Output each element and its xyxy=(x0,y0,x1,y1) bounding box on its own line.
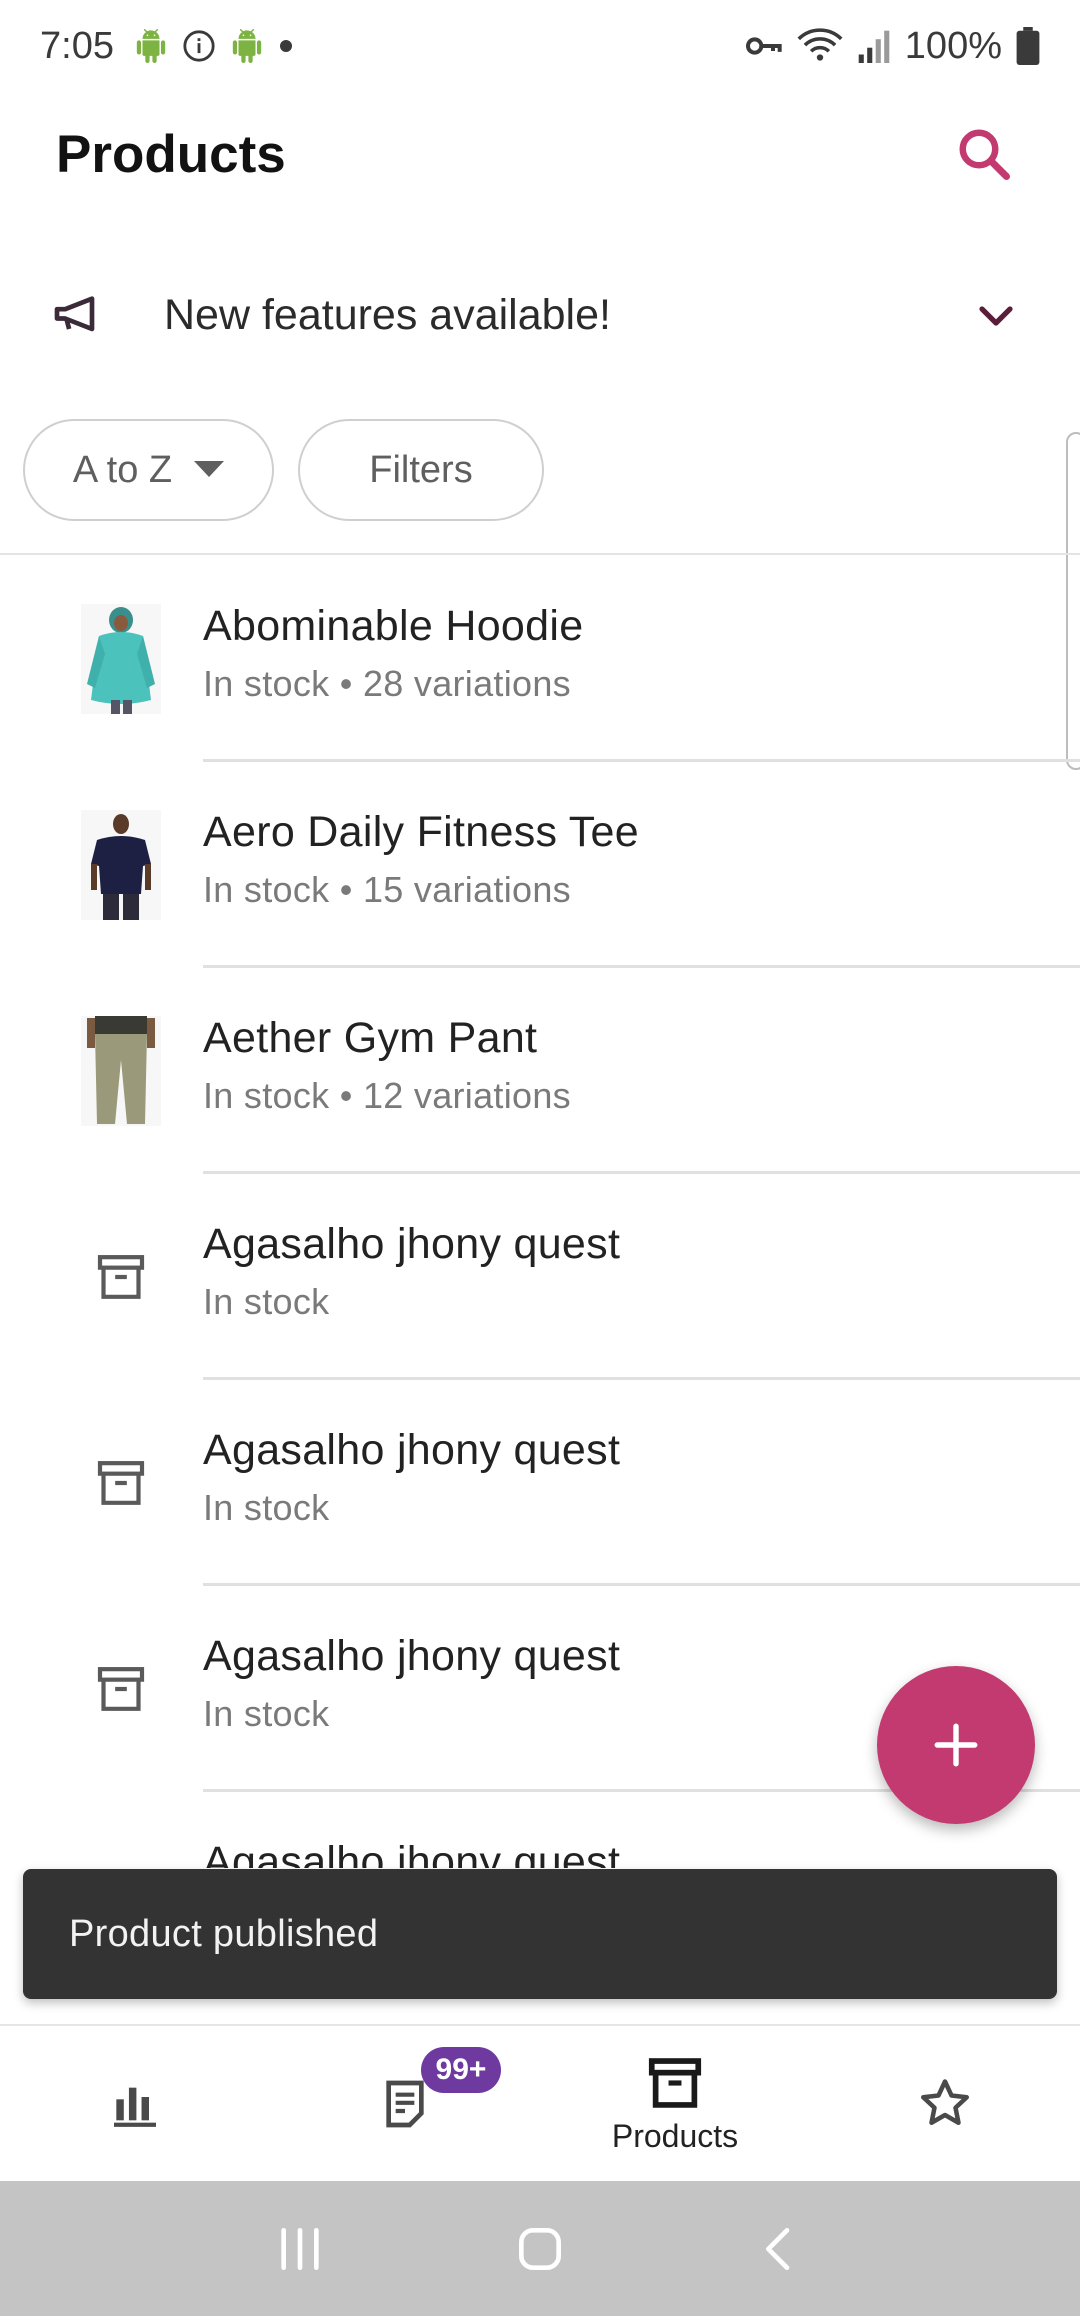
vpn-key-icon xyxy=(745,37,782,55)
product-meta: In stock • 15 variations xyxy=(203,869,571,910)
product-text: Abominable Hoodie In stock • 28 variatio… xyxy=(203,602,583,705)
nav-item-more[interactable] xyxy=(810,2026,1080,2181)
status-time: 7:05 xyxy=(40,24,114,67)
product-thumbnail-placeholder xyxy=(64,1632,178,1746)
product-thumbnail-tee xyxy=(64,808,178,922)
product-text: Aero Daily Fitness Tee In stock • 15 var… xyxy=(203,808,639,911)
wifi-icon xyxy=(797,28,843,61)
home-button[interactable] xyxy=(500,2209,580,2289)
archive-box-icon xyxy=(97,1667,145,1711)
sort-chip[interactable]: A to Z xyxy=(23,419,274,521)
filter-chip-row: A to Z Filters xyxy=(0,418,1080,522)
android-icon xyxy=(232,29,262,63)
battery-icon xyxy=(1016,27,1040,65)
info-icon xyxy=(183,30,215,62)
bar-chart-icon xyxy=(114,2087,156,2127)
product-row[interactable]: Abominable Hoodie In stock • 28 variatio… xyxy=(0,556,1080,762)
sort-chip-label: A to Z xyxy=(72,448,173,491)
product-text: Aether Gym Pant In stock • 12 variations xyxy=(203,1014,571,1117)
nav-label-products: Products xyxy=(611,2118,739,2154)
product-name: Agasalho jhony quest xyxy=(203,1632,621,1680)
filters-chip[interactable]: Filters xyxy=(298,419,544,521)
filters-chip-label: Filters xyxy=(369,448,473,491)
nav-item-my-store[interactable] xyxy=(0,2026,270,2181)
chevron-down-icon[interactable] xyxy=(972,291,1020,339)
product-name: Agasalho jhony quest xyxy=(203,1220,621,1268)
battery-percent: 100% xyxy=(904,24,1002,67)
bottom-navigation: 99+ Products xyxy=(0,2024,1080,2181)
product-meta: In stock • 12 variations xyxy=(203,1075,571,1116)
product-meta: In stock xyxy=(203,1487,330,1528)
product-name: Agasalho jhony quest xyxy=(203,1426,621,1474)
android-icon xyxy=(136,29,166,63)
product-meta: In stock xyxy=(203,1693,330,1734)
divider xyxy=(0,553,1080,555)
feature-banner-text: New features available! xyxy=(164,290,611,339)
product-text: Agasalho jhony quest xyxy=(203,1838,620,1868)
archive-box-icon xyxy=(648,2058,702,2108)
home-icon xyxy=(519,2227,561,2270)
signal-icon xyxy=(858,30,890,63)
orders-badge: 99+ xyxy=(421,2047,501,2093)
nav-item-products[interactable]: Products xyxy=(540,2026,810,2181)
product-text: Agasalho jhony quest In stock xyxy=(203,1632,620,1735)
notification-icons xyxy=(134,29,294,63)
product-name: Abominable Hoodie xyxy=(203,602,584,650)
product-text: Agasalho jhony quest In stock xyxy=(203,1220,620,1323)
status-right: 100% xyxy=(743,25,1040,68)
snackbar: Product published xyxy=(23,1869,1057,1999)
status-bar: 7:05 100% xyxy=(0,0,1080,92)
back-icon xyxy=(766,2227,790,2270)
system-navigation-bar xyxy=(0,2181,1080,2316)
product-row[interactable]: Agasalho jhony quest In stock xyxy=(0,1174,1080,1380)
pant-image xyxy=(81,1016,161,1126)
search-button[interactable] xyxy=(944,114,1024,194)
recent-apps-button[interactable] xyxy=(260,2209,340,2289)
product-row[interactable]: Aero Daily Fitness Tee In stock • 15 var… xyxy=(0,762,1080,968)
product-thumbnail-hoodie xyxy=(64,602,178,716)
star-icon xyxy=(921,2078,969,2125)
caret-down-icon xyxy=(194,461,225,477)
recent-apps-icon xyxy=(281,2227,319,2270)
snackbar-message: Product published xyxy=(69,1912,379,1955)
search-icon xyxy=(959,129,1010,180)
orders-icon xyxy=(386,2080,424,2127)
dot-icon xyxy=(279,40,292,52)
product-name: Aero Daily Fitness Tee xyxy=(203,808,639,856)
product-thumbnail-placeholder xyxy=(64,1220,178,1334)
archive-box-icon xyxy=(97,1461,145,1505)
product-text: Agasalho jhony quest In stock xyxy=(203,1426,620,1529)
feature-banner[interactable]: New features available! xyxy=(0,250,1080,380)
product-name: Aether Gym Pant xyxy=(203,1014,538,1062)
add-product-button[interactable] xyxy=(877,1666,1035,1824)
megaphone-icon xyxy=(54,296,95,332)
app-bar: Products xyxy=(0,92,1080,216)
product-name: Agasalho jhony quest xyxy=(203,1838,621,1868)
page-title: Products xyxy=(56,124,286,184)
product-meta: In stock • 28 variations xyxy=(203,663,571,704)
product-row[interactable]: Aether Gym Pant In stock • 12 variations xyxy=(0,968,1080,1174)
product-thumbnail-pant xyxy=(64,1014,178,1128)
plus-icon xyxy=(934,1723,978,1767)
product-thumbnail-placeholder xyxy=(64,1426,178,1540)
tee-image xyxy=(81,810,161,920)
product-meta: In stock xyxy=(203,1281,330,1322)
nav-item-orders[interactable]: 99+ xyxy=(270,2026,540,2181)
archive-box-icon xyxy=(97,1255,145,1299)
hoodie-image xyxy=(81,604,161,714)
back-button[interactable] xyxy=(740,2209,820,2289)
product-list: Abominable Hoodie In stock • 28 variatio… xyxy=(0,556,1080,1868)
product-row[interactable]: Agasalho jhony quest In stock xyxy=(0,1380,1080,1586)
